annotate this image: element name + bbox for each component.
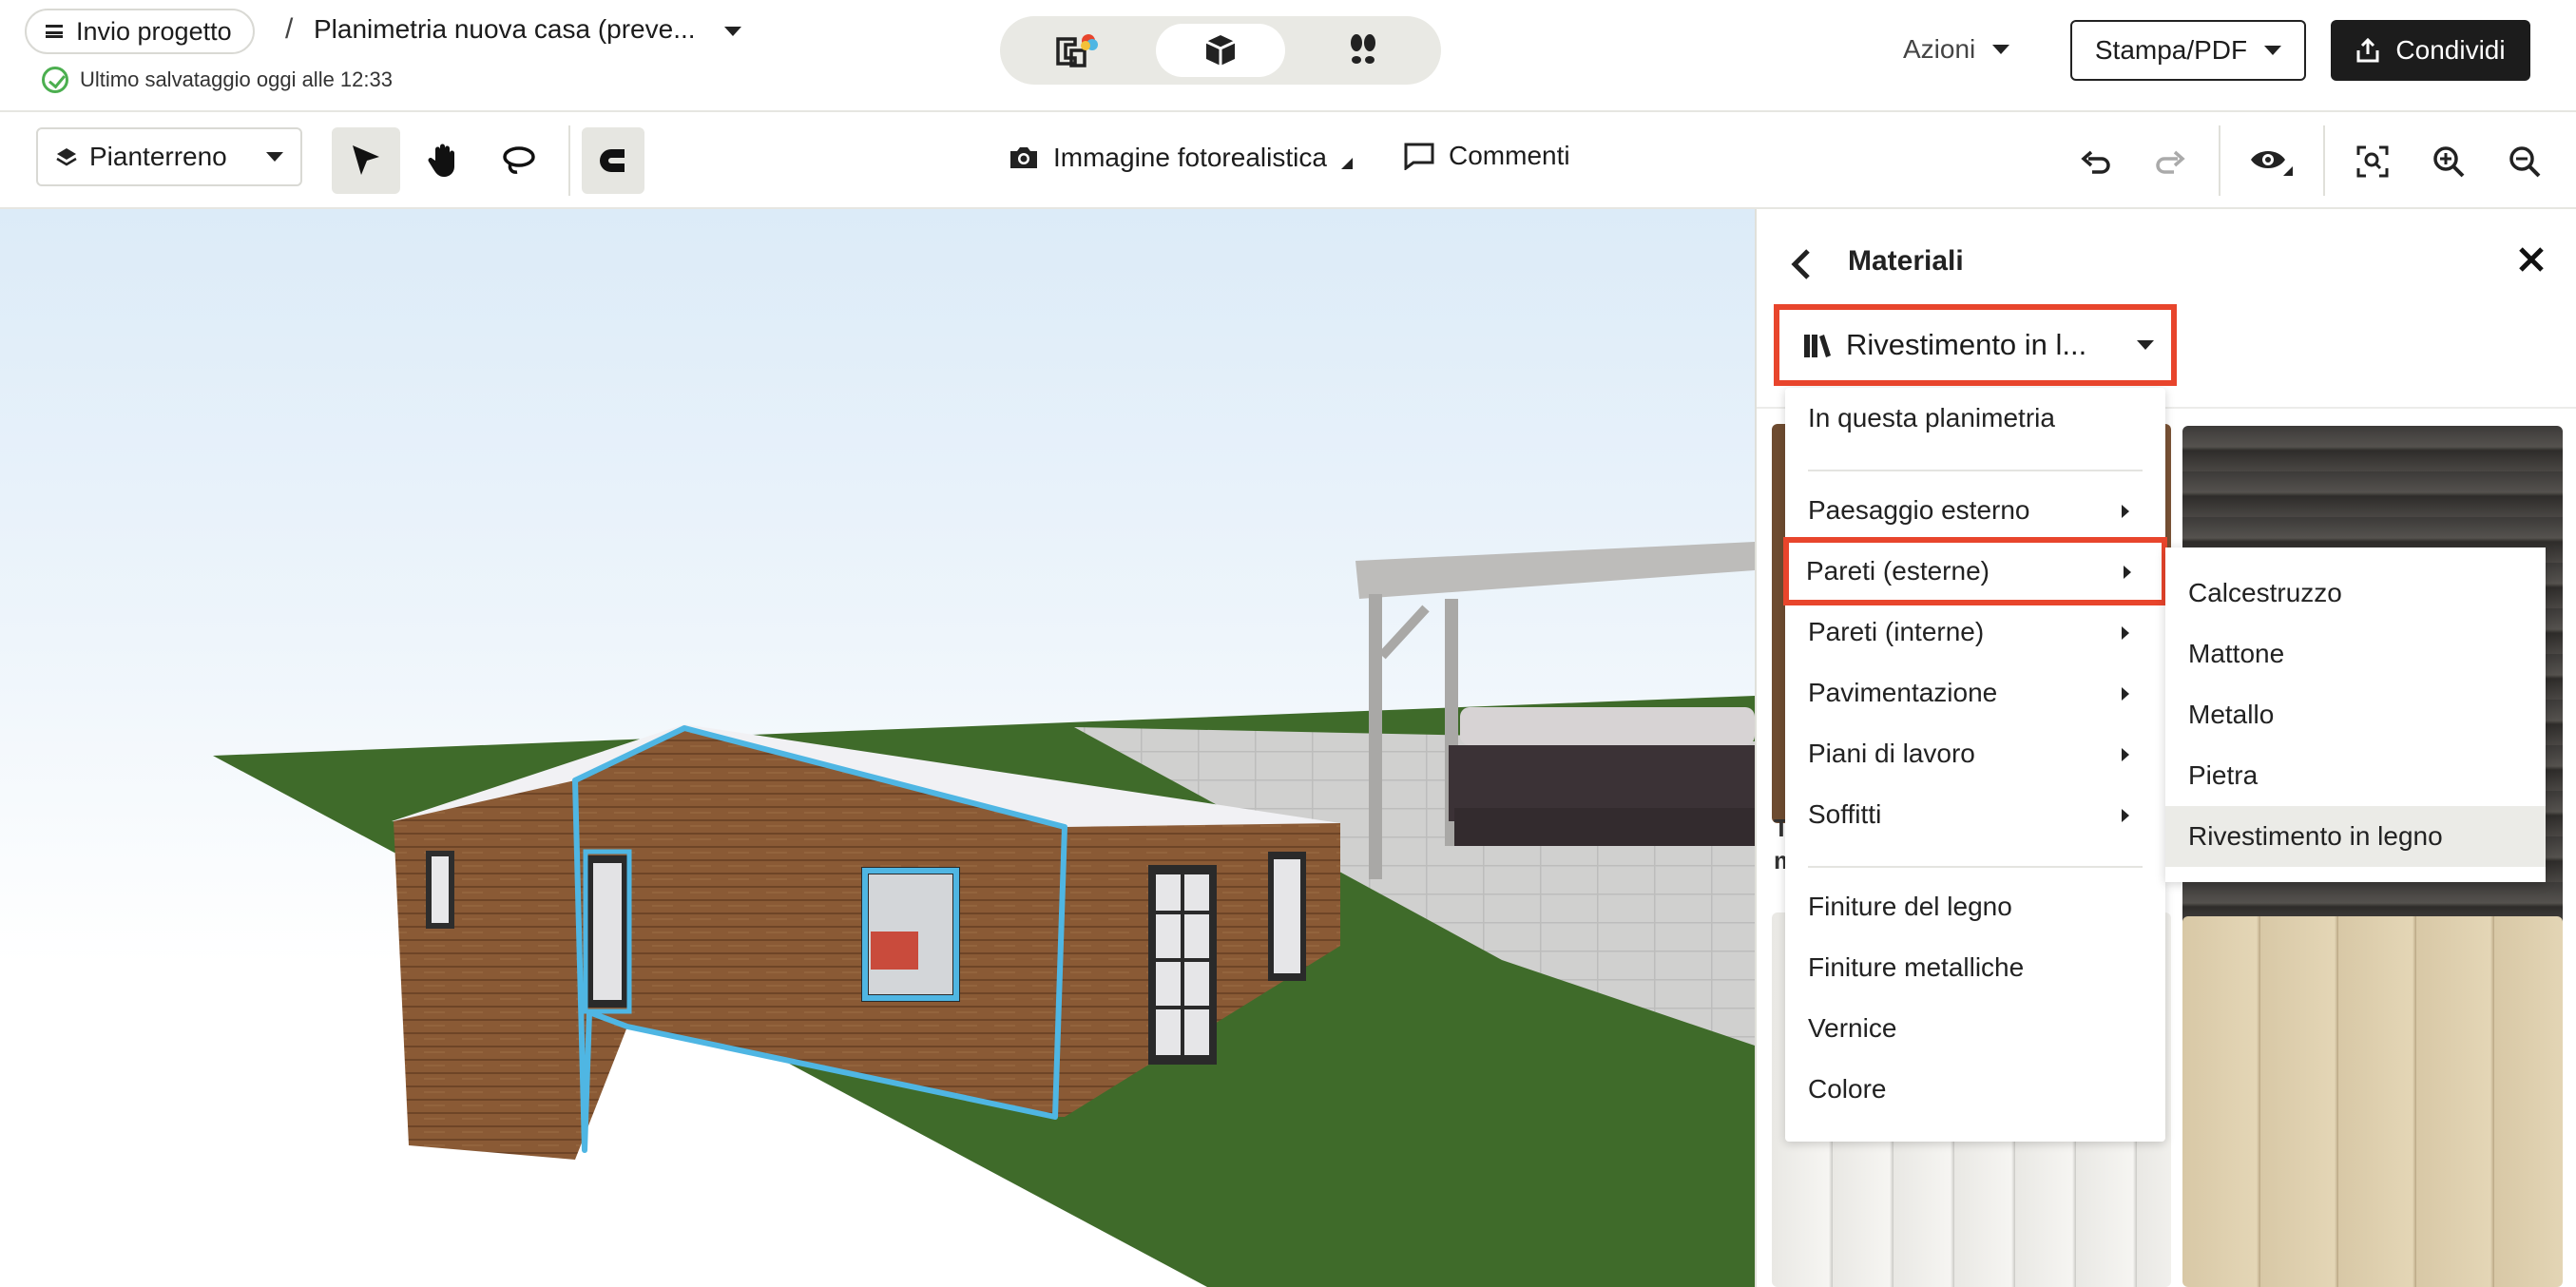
project-menu-label: Invio progetto	[76, 16, 232, 46]
view-2d-button[interactable]	[1013, 24, 1143, 77]
visibility-menu-button[interactable]	[2245, 135, 2298, 188]
3d-scene[interactable]	[0, 209, 1755, 1287]
submenu-item-metal[interactable]: Metallo	[2165, 684, 2546, 745]
menu-item-outdoor-landscape[interactable]: Paesaggio esterno	[1785, 480, 2165, 541]
close-icon[interactable]	[2517, 245, 2546, 274]
submenu-arrow-icon	[2122, 505, 2129, 518]
chevron-down-icon	[266, 152, 283, 162]
lasso-icon	[503, 146, 535, 174]
comments-label: Commenti	[1449, 141, 1570, 170]
redo-button[interactable]	[2144, 135, 2198, 188]
menu-divider	[1808, 470, 2143, 471]
back-chevron-icon[interactable]	[1787, 247, 1816, 281]
zoom-in-button[interactable]	[2422, 135, 2475, 188]
zoom-fit-button[interactable]	[2346, 135, 2399, 188]
exterior-walls-submenu: Calcestruzzo Mattone Metallo Pietra Rive…	[2165, 547, 2546, 882]
house-side-wall	[394, 780, 575, 1160]
pan-tool[interactable]	[409, 127, 477, 194]
submenu-arrow-icon	[2122, 626, 2129, 640]
zoom-in-icon	[2433, 146, 2465, 178]
menu-item-metal-finishes[interactable]: Finiture metalliche	[1785, 937, 2165, 998]
material-tile-light-wood[interactable]	[2182, 916, 2563, 1287]
magnet-icon	[600, 149, 625, 172]
redo-icon	[2156, 150, 2185, 174]
hamburger-icon	[46, 25, 63, 38]
eye-icon	[2251, 151, 2293, 176]
menu-item-paint[interactable]: Vernice	[1785, 998, 2165, 1059]
corner-caret-icon	[1340, 158, 1353, 169]
view-3d-button[interactable]	[1156, 24, 1285, 77]
submenu-arrow-icon	[2122, 748, 2129, 761]
undo-button[interactable]	[2068, 135, 2122, 188]
3d-box-icon	[1205, 35, 1236, 66]
submenu-item-stone[interactable]: Pietra	[2165, 745, 2546, 806]
floor-selector[interactable]: Pianterreno	[36, 127, 302, 186]
view-mode-switch	[1000, 16, 1441, 85]
2d-plan-icon	[1056, 34, 1098, 67]
zoom-out-icon	[2509, 146, 2541, 178]
share-button[interactable]: Condividi	[2331, 20, 2530, 81]
menu-item-countertops[interactable]: Piani di lavoro	[1785, 723, 2165, 784]
actions-label: Azioni	[1903, 34, 1976, 64]
editor-toolbar: Pianterreno Immagine fotorealistica Comm…	[0, 112, 2576, 209]
cursor-arrow-icon	[353, 145, 379, 175]
menu-item-flooring[interactable]: Pavimentazione	[1785, 663, 2165, 723]
menu-item-ceilings[interactable]: Soffitti	[1785, 784, 2165, 845]
save-status: Ultimo salvataggio oggi alle 12:33	[42, 67, 393, 93]
top-header: Invio progetto / Planimetria nuova casa …	[0, 0, 2576, 112]
submenu-item-concrete[interactable]: Calcestruzzo	[2165, 563, 2546, 624]
submenu-arrow-icon	[2122, 687, 2129, 701]
layers-icon	[56, 148, 77, 166]
menu-item-color[interactable]: Colore	[1785, 1059, 2165, 1120]
print-pdf-label: Stampa/PDF	[2094, 35, 2248, 65]
hand-icon	[428, 144, 454, 177]
share-label: Condividi	[2395, 35, 2506, 65]
floor-label: Pianterreno	[89, 142, 227, 171]
submenu-item-brick[interactable]: Mattone	[2165, 624, 2546, 684]
material-category-label: Rivestimento in l...	[1846, 328, 2087, 361]
walk-footsteps-icon	[1351, 34, 1375, 64]
book-icon	[1804, 335, 1831, 357]
material-category-dropdown[interactable]: Rivestimento in l...	[1774, 304, 2177, 386]
3d-viewport[interactable]	[0, 209, 1755, 1287]
view-walk-button[interactable]	[1298, 24, 1428, 77]
menu-item-in-this-plan[interactable]: In questa planimetria	[1785, 388, 2165, 449]
save-status-text: Ultimo salvataggio oggi alle 12:33	[80, 67, 393, 91]
zoom-fit-icon	[2356, 145, 2389, 178]
plan-title-chevron-down-icon[interactable]	[724, 27, 741, 36]
menu-item-wood-finishes[interactable]: Finiture del legno	[1785, 876, 2165, 937]
plan-title[interactable]: Planimetria nuova casa (preve...	[314, 14, 696, 45]
menu-divider	[1808, 866, 2143, 868]
magnet-snap-toggle[interactable]	[582, 127, 644, 194]
share-icon	[2356, 37, 2379, 63]
print-pdf-button[interactable]: Stampa/PDF	[2070, 20, 2306, 81]
chevron-down-icon	[2137, 340, 2154, 350]
photorealistic-image-button[interactable]: Immagine fotorealistica	[1008, 143, 1354, 173]
check-circle-icon	[42, 67, 68, 93]
actions-menu[interactable]: Azioni	[1903, 34, 2010, 65]
chevron-down-icon	[2264, 46, 2282, 55]
breadcrumb-separator: /	[285, 13, 294, 45]
lasso-tool[interactable]	[485, 127, 553, 194]
menu-item-interior-walls[interactable]: Pareti (interne)	[1785, 602, 2165, 663]
toolbar-divider	[2219, 125, 2220, 196]
select-tool[interactable]	[332, 127, 400, 194]
category-menu: In questa planimetria Paesaggio esterno …	[1783, 388, 2167, 1142]
submenu-arrow-icon	[2122, 809, 2129, 822]
submenu-arrow-icon	[2124, 566, 2131, 579]
menu-item-exterior-walls[interactable]: Pareti (esterne)	[1783, 537, 2167, 605]
photorealistic-label: Immagine fotorealistica	[1053, 143, 1327, 172]
toolbar-divider	[2323, 125, 2325, 196]
camera-icon	[1010, 147, 1037, 168]
outdoor-sofa	[1449, 707, 1755, 846]
project-menu-button[interactable]: Invio progetto	[25, 9, 255, 54]
toolbar-divider	[568, 125, 570, 196]
comments-button[interactable]: Commenti	[1403, 141, 1570, 171]
undo-icon	[2081, 150, 2110, 174]
zoom-out-button[interactable]	[2498, 135, 2551, 188]
chevron-down-icon	[1992, 45, 2010, 54]
submenu-item-wood-siding[interactable]: Rivestimento in legno	[2165, 806, 2546, 867]
comment-icon	[1404, 143, 1434, 170]
panel-title: Materiali	[1848, 245, 1964, 277]
